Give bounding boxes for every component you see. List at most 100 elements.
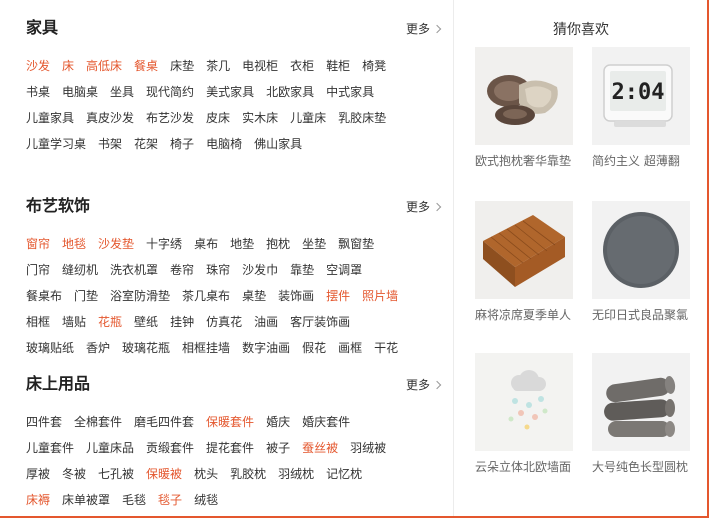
category-link[interactable]: 真皮沙发: [86, 105, 134, 131]
category-link[interactable]: 实木床: [242, 105, 278, 131]
category-link[interactable]: 墙贴: [62, 309, 86, 335]
category-link[interactable]: 照片墙: [362, 283, 398, 309]
category-link[interactable]: 沙发: [26, 53, 50, 79]
category-link[interactable]: 画框: [338, 335, 362, 361]
category-link[interactable]: 沙发垫: [98, 231, 134, 257]
category-link[interactable]: 书桌: [26, 79, 50, 105]
category-link[interactable]: 香炉: [86, 335, 110, 361]
product-card[interactable]: 无印日式良品聚氯: [592, 201, 690, 323]
category-link[interactable]: 布艺沙发: [146, 105, 194, 131]
category-link[interactable]: 相框: [26, 309, 50, 335]
category-link[interactable]: 电脑椅: [206, 131, 242, 157]
category-link[interactable]: 美式家具: [206, 79, 254, 105]
category-link[interactable]: 贡缎套件: [146, 435, 194, 461]
category-link[interactable]: 被子: [266, 435, 290, 461]
product-card[interactable]: 欧式抱枕奢华靠垫: [475, 47, 573, 169]
category-link[interactable]: 洗衣机罩: [110, 257, 158, 283]
category-link[interactable]: 干花: [374, 335, 398, 361]
category-link[interactable]: 七孔被: [98, 461, 134, 487]
category-link[interactable]: 冬被: [62, 461, 86, 487]
category-link[interactable]: 地毯: [62, 231, 86, 257]
category-link[interactable]: 全棉套件: [74, 409, 122, 435]
category-link[interactable]: 四件套: [26, 409, 62, 435]
category-link[interactable]: 儿童床品: [86, 435, 134, 461]
category-link[interactable]: 高低床: [86, 53, 122, 79]
category-link[interactable]: 现代简约: [146, 79, 194, 105]
category-link[interactable]: 鞋柜: [326, 53, 350, 79]
category-link[interactable]: 卷帘: [170, 257, 194, 283]
category-link[interactable]: 记忆枕: [326, 461, 362, 487]
category-link[interactable]: 佛山家具: [254, 131, 302, 157]
category-link[interactable]: 数字油画: [242, 335, 290, 361]
category-link[interactable]: 珠帘: [206, 257, 230, 283]
product-card[interactable]: 云朵立体北欧墙面: [475, 353, 573, 475]
category-link[interactable]: 坐具: [110, 79, 134, 105]
category-link[interactable]: 婚庆套件: [302, 409, 350, 435]
category-link[interactable]: 保暖被: [146, 461, 182, 487]
category-link[interactable]: 衣柜: [290, 53, 314, 79]
category-link[interactable]: 地垫: [230, 231, 254, 257]
category-link[interactable]: 茶几桌布: [182, 283, 230, 309]
category-link[interactable]: 乳胶枕: [230, 461, 266, 487]
category-link[interactable]: 床褥: [26, 487, 50, 513]
category-link[interactable]: 飘窗垫: [338, 231, 374, 257]
category-link[interactable]: 十字绣: [146, 231, 182, 257]
category-link[interactable]: 装饰画: [278, 283, 314, 309]
category-link[interactable]: 电脑桌: [62, 79, 98, 105]
category-link[interactable]: 空调罩: [326, 257, 362, 283]
category-link[interactable]: 摆件: [326, 283, 350, 309]
category-link[interactable]: 提花套件: [206, 435, 254, 461]
category-link[interactable]: 门帘: [26, 257, 50, 283]
category-link[interactable]: 毯子: [158, 487, 182, 513]
category-link[interactable]: 玻璃贴纸: [26, 335, 74, 361]
category-link[interactable]: 椅子: [170, 131, 194, 157]
category-link[interactable]: 床单被罩: [62, 487, 110, 513]
category-link[interactable]: 儿童学习桌: [26, 131, 86, 157]
category-link[interactable]: 桌布: [194, 231, 218, 257]
category-link[interactable]: 婚庆: [266, 409, 290, 435]
category-link[interactable]: 床垫: [170, 53, 194, 79]
category-link[interactable]: 儿童家具: [26, 105, 74, 131]
category-link[interactable]: 沙发巾: [242, 257, 278, 283]
category-link[interactable]: 椅凳: [362, 53, 386, 79]
category-link[interactable]: 书架: [98, 131, 122, 157]
category-link[interactable]: 挂钟: [170, 309, 194, 335]
category-link[interactable]: 壁纸: [134, 309, 158, 335]
category-link[interactable]: 儿童套件: [26, 435, 74, 461]
category-link[interactable]: 玻璃花瓶: [122, 335, 170, 361]
category-link[interactable]: 花瓶: [98, 309, 122, 335]
category-link[interactable]: 餐桌: [134, 53, 158, 79]
category-link[interactable]: 羽绒枕: [278, 461, 314, 487]
category-link[interactable]: 磨毛四件套: [134, 409, 194, 435]
category-link[interactable]: 中式家具: [326, 79, 374, 105]
category-link[interactable]: 绒毯: [194, 487, 218, 513]
category-link[interactable]: 花架: [134, 131, 158, 157]
category-link[interactable]: 餐桌布: [26, 283, 62, 309]
category-link[interactable]: 桌垫: [242, 283, 266, 309]
category-link[interactable]: 相框挂墙: [182, 335, 230, 361]
category-link[interactable]: 毛毯: [122, 487, 146, 513]
more-link[interactable]: 更多: [406, 376, 442, 393]
category-link[interactable]: 缝纫机: [62, 257, 98, 283]
category-link[interactable]: 靠垫: [290, 257, 314, 283]
category-link[interactable]: 浴室防滑垫: [110, 283, 170, 309]
category-link[interactable]: 皮床: [206, 105, 230, 131]
category-link[interactable]: 儿童床: [290, 105, 326, 131]
category-link[interactable]: 客厅装饰画: [290, 309, 350, 335]
category-link[interactable]: 蚕丝被: [302, 435, 338, 461]
category-link[interactable]: 窗帘: [26, 231, 50, 257]
category-link[interactable]: 仿真花: [206, 309, 242, 335]
category-link[interactable]: 枕头: [194, 461, 218, 487]
category-link[interactable]: 床: [62, 53, 74, 79]
category-link[interactable]: 油画: [254, 309, 278, 335]
product-card[interactable]: 2:04 简约主义 超薄翻: [592, 47, 690, 169]
category-link[interactable]: 北欧家具: [266, 79, 314, 105]
category-link[interactable]: 乳胶床垫: [338, 105, 386, 131]
product-card[interactable]: 大号纯色长型圆枕: [592, 353, 690, 475]
category-link[interactable]: 门垫: [74, 283, 98, 309]
more-link[interactable]: 更多: [406, 198, 442, 215]
product-card[interactable]: 麻将凉席夏季单人: [475, 201, 573, 323]
category-link[interactable]: 抱枕: [266, 231, 290, 257]
category-link[interactable]: 羽绒被: [350, 435, 386, 461]
category-link[interactable]: 坐垫: [302, 231, 326, 257]
